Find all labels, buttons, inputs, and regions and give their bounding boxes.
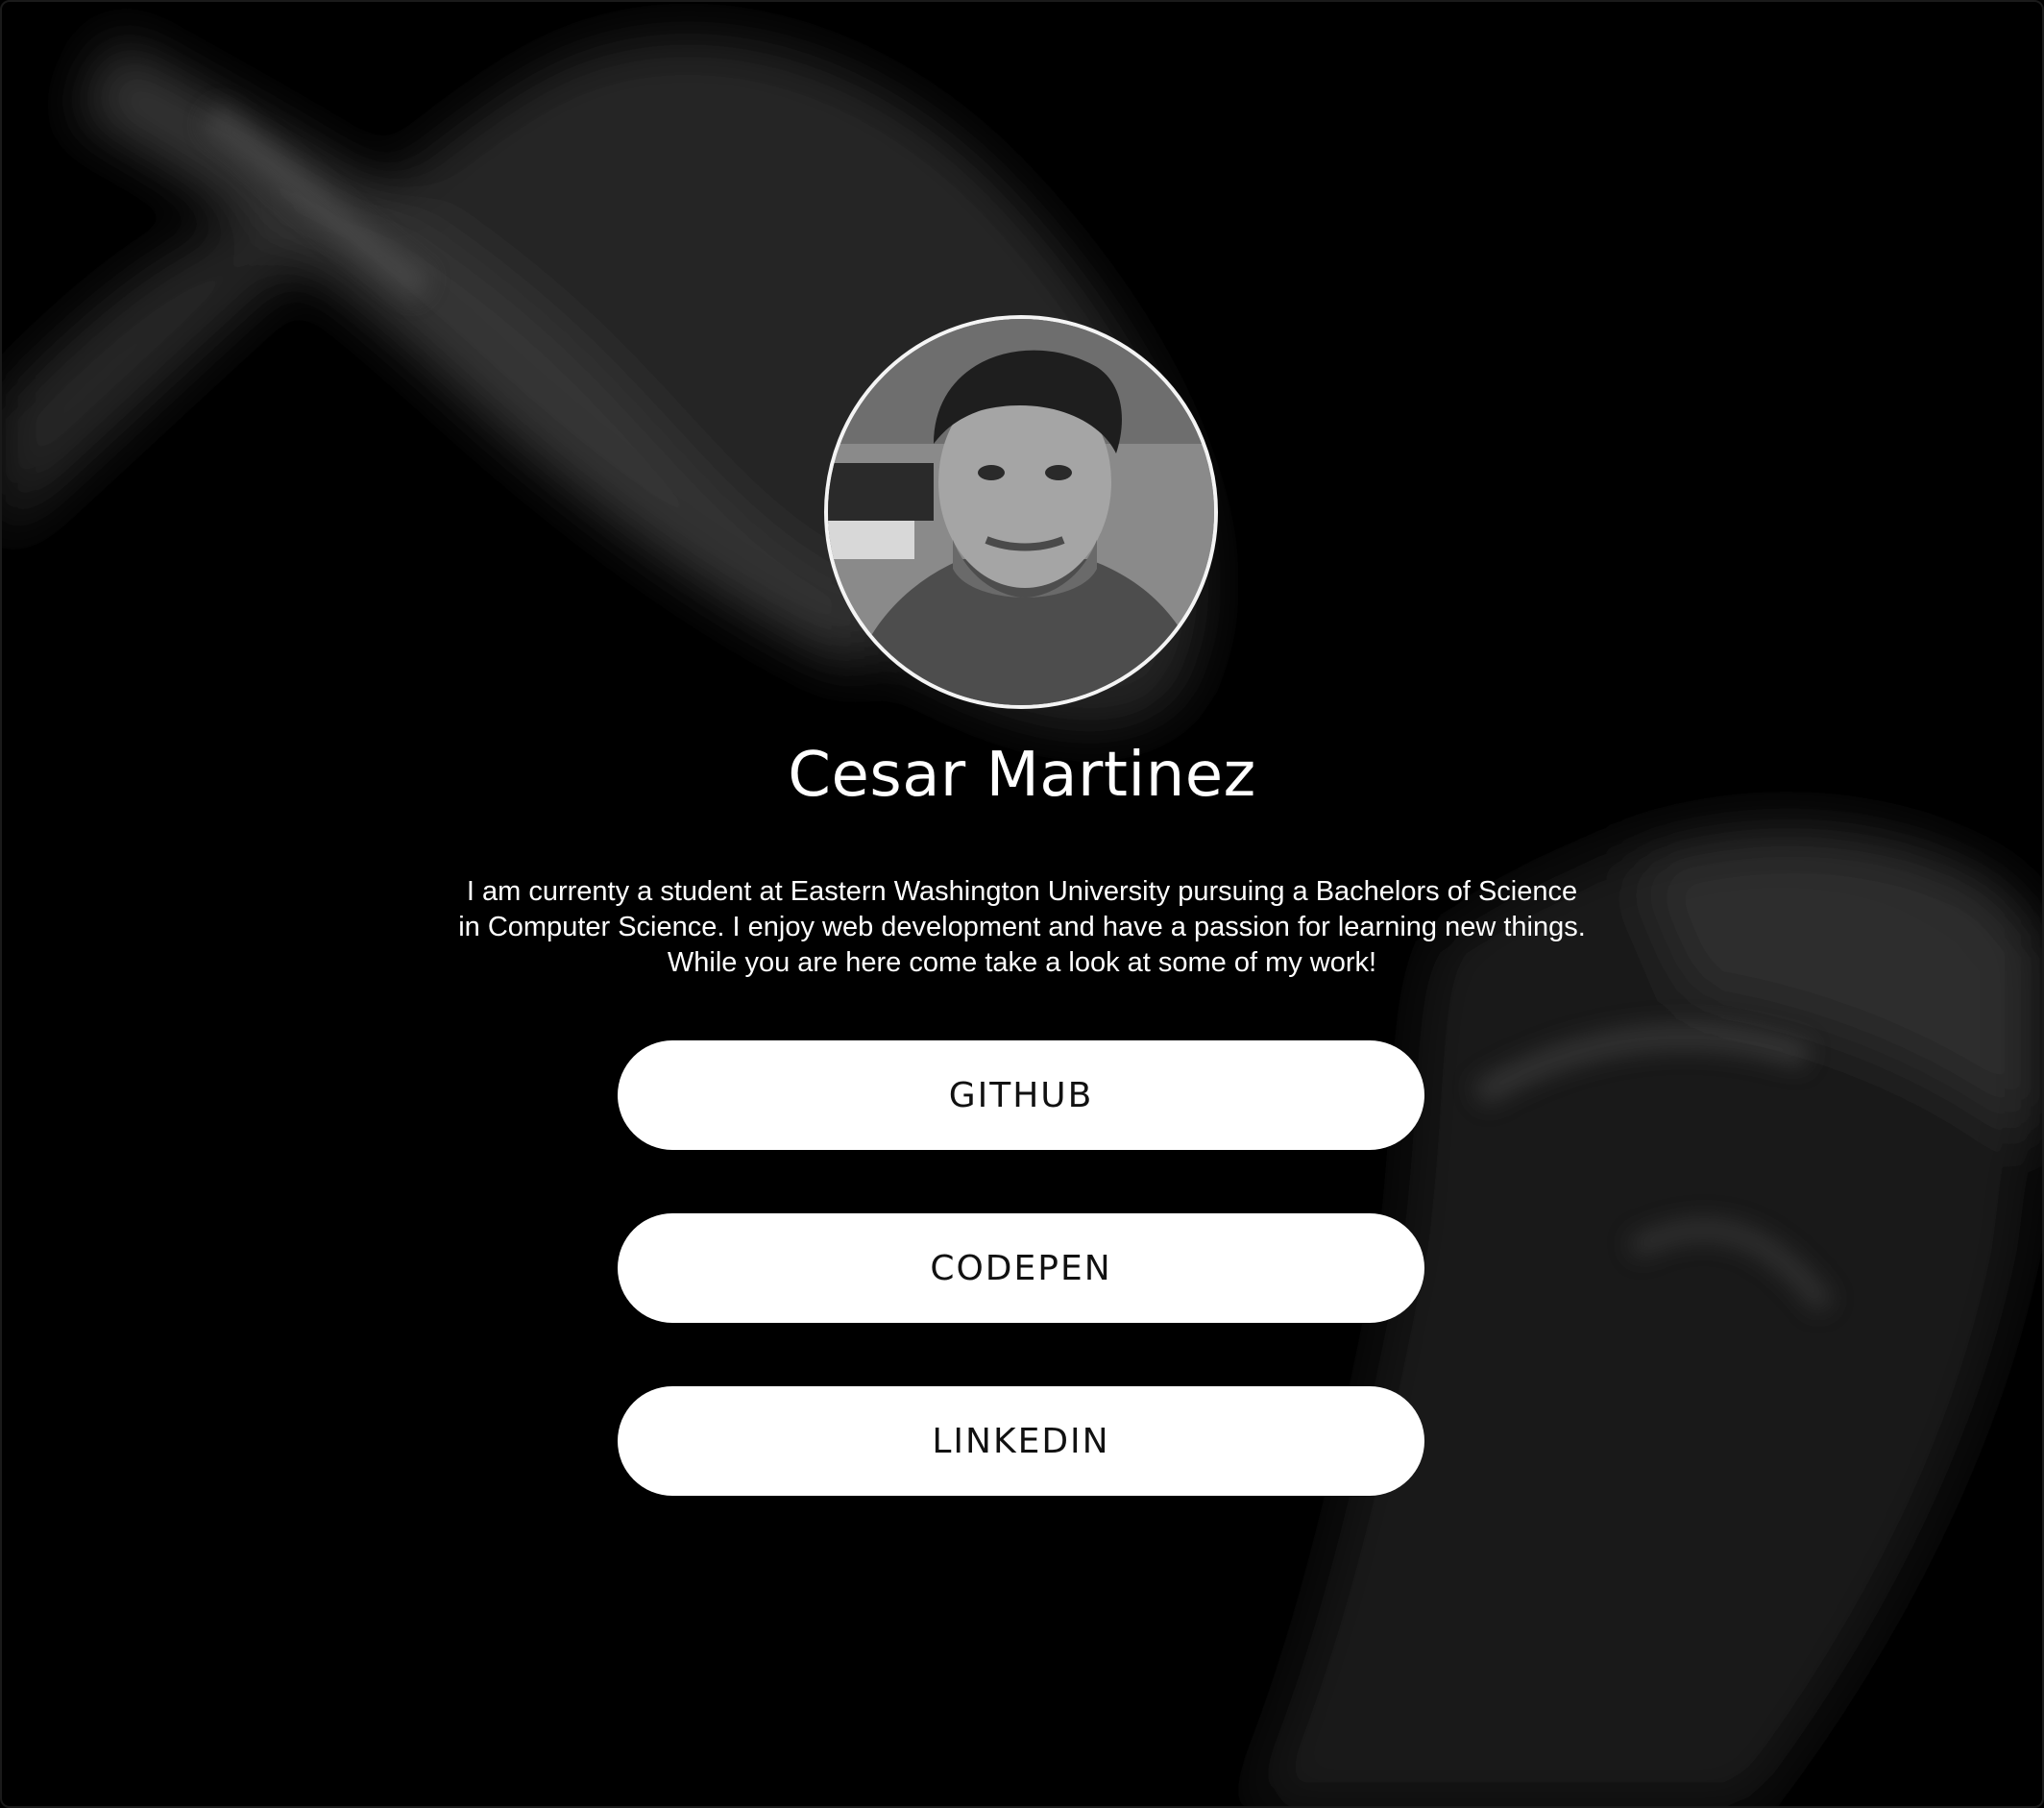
profile-name: Cesar Martinez <box>788 740 1256 811</box>
linkedin-button[interactable]: LINKEDIN <box>618 1386 1424 1496</box>
github-button[interactable]: GITHUB <box>618 1040 1424 1150</box>
page: Cesar Martinez I am currenty a student a… <box>0 0 2044 1808</box>
profile-photo <box>824 315 1218 709</box>
profile-card: Cesar Martinez I am currenty a student a… <box>0 0 2044 1808</box>
profile-bio: I am currenty a student at Eastern Washi… <box>458 876 1586 978</box>
codepen-button[interactable]: CODEPEN <box>618 1213 1424 1323</box>
avatar-portrait <box>828 319 1214 705</box>
